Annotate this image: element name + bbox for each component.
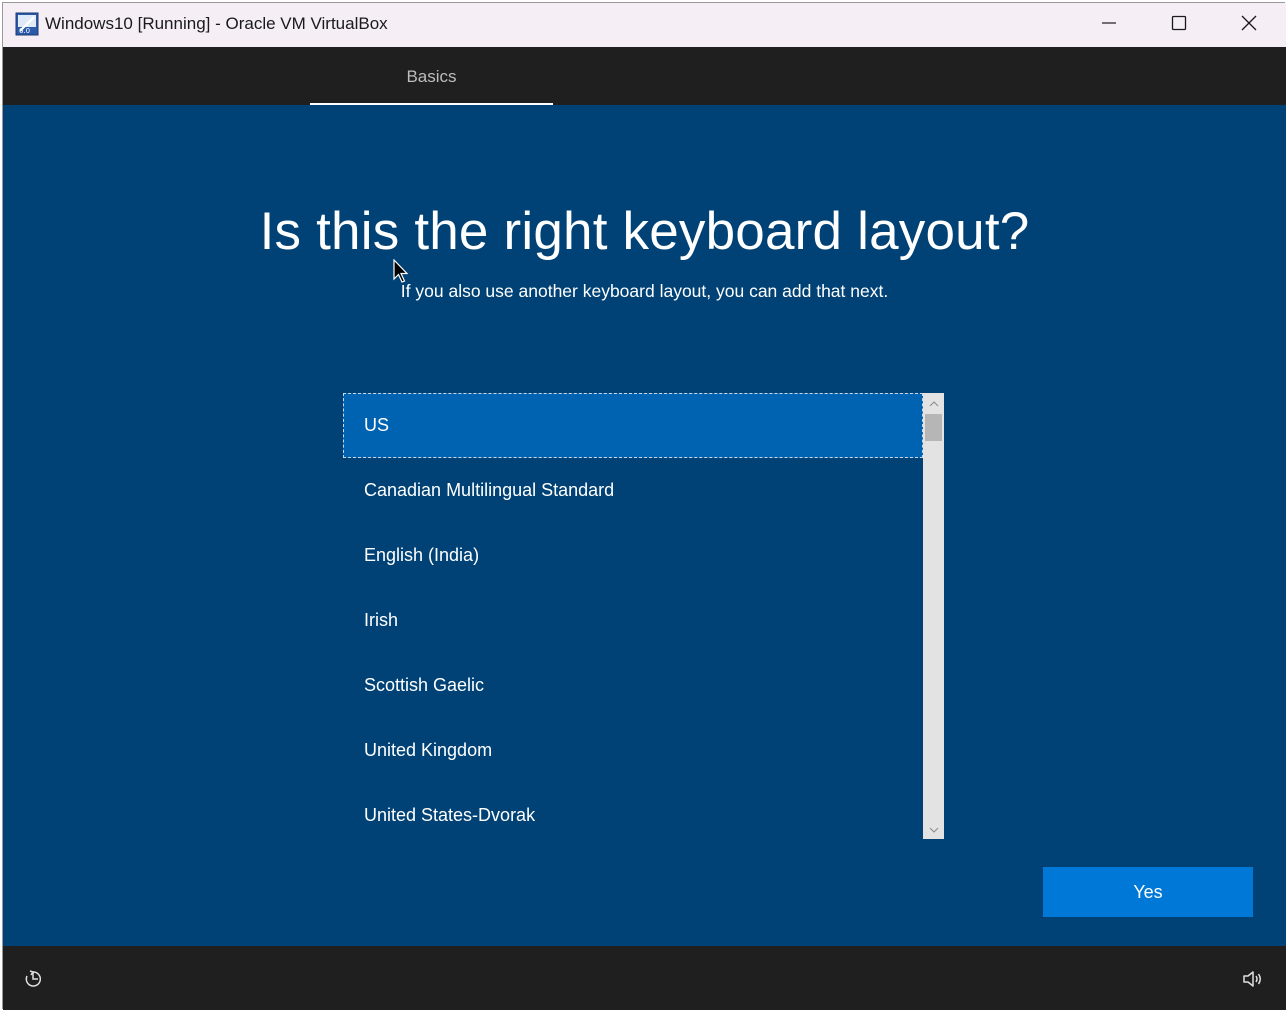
tab-basics-label: Basics [406,67,457,86]
mouse-cursor-icon [393,258,411,285]
scroll-up-button[interactable] [923,393,944,413]
list-item-label: Irish [364,610,399,630]
close-icon [1240,14,1258,37]
title-bar[interactable]: 6.0 Windows10 [Running] - Oracle VM Virt… [3,3,1286,47]
yes-button-label: Yes [1133,881,1163,902]
list-item-us[interactable]: US [343,393,923,458]
oobe-header: Basics [3,47,1286,107]
list-item-scottish-gaelic[interactable]: Scottish Gaelic [343,653,923,718]
svg-text:6.0: 6.0 [19,27,30,35]
list-item-label: United Kingdom [364,740,493,760]
oobe-footer [3,946,1286,1010]
list-item-label: United States-Dvorak [364,805,536,825]
virtualbox-window: 6.0 Windows10 [Running] - Oracle VM Virt… [2,2,1286,1010]
page-subtitle: If you also use another keyboard layout,… [400,281,889,301]
list-item-canadian-multilingual-standard[interactable]: Canadian Multilingual Standard [343,458,923,523]
list-item-label: English (India) [364,545,480,565]
oobe-content: Is this the right keyboard layout? If yo… [3,105,1286,946]
list-item-united-states-dvorak[interactable]: United States-Dvorak [343,783,923,848]
maximize-button[interactable] [1144,3,1214,47]
list-item-united-kingdom[interactable]: United Kingdom [343,718,923,783]
minimize-button[interactable] [1074,3,1144,47]
list-item-label: Canadian Multilingual Standard [364,480,615,500]
keyboard-layout-list[interactable]: US Canadian Multilingual Standard Englis… [343,393,945,839]
tab-basics[interactable]: Basics [310,47,553,107]
scroll-thumb[interactable] [925,414,942,441]
scroll-down-button[interactable] [923,819,944,839]
chevron-down-icon [929,820,939,838]
yes-button[interactable]: Yes [1043,867,1253,917]
list-item-label: Scottish Gaelic [364,675,485,695]
maximize-icon [1171,15,1187,36]
list-item-irish[interactable]: Irish [343,588,923,653]
minimize-icon [1101,15,1117,36]
list-item-label: US [364,415,390,435]
window-title: Windows10 [Running] - Oracle VM VirtualB… [45,14,388,33]
virtualbox-icon: 6.0 [15,12,39,36]
chevron-up-icon [929,394,939,412]
volume-icon[interactable] [1240,967,1264,991]
ease-of-access-icon[interactable] [21,967,45,991]
close-button[interactable] [1214,3,1284,47]
list-item-english-india[interactable]: English (India) [343,523,923,588]
list-scrollbar[interactable] [923,393,944,839]
page-title: Is this the right keyboard layout? [259,202,1030,261]
